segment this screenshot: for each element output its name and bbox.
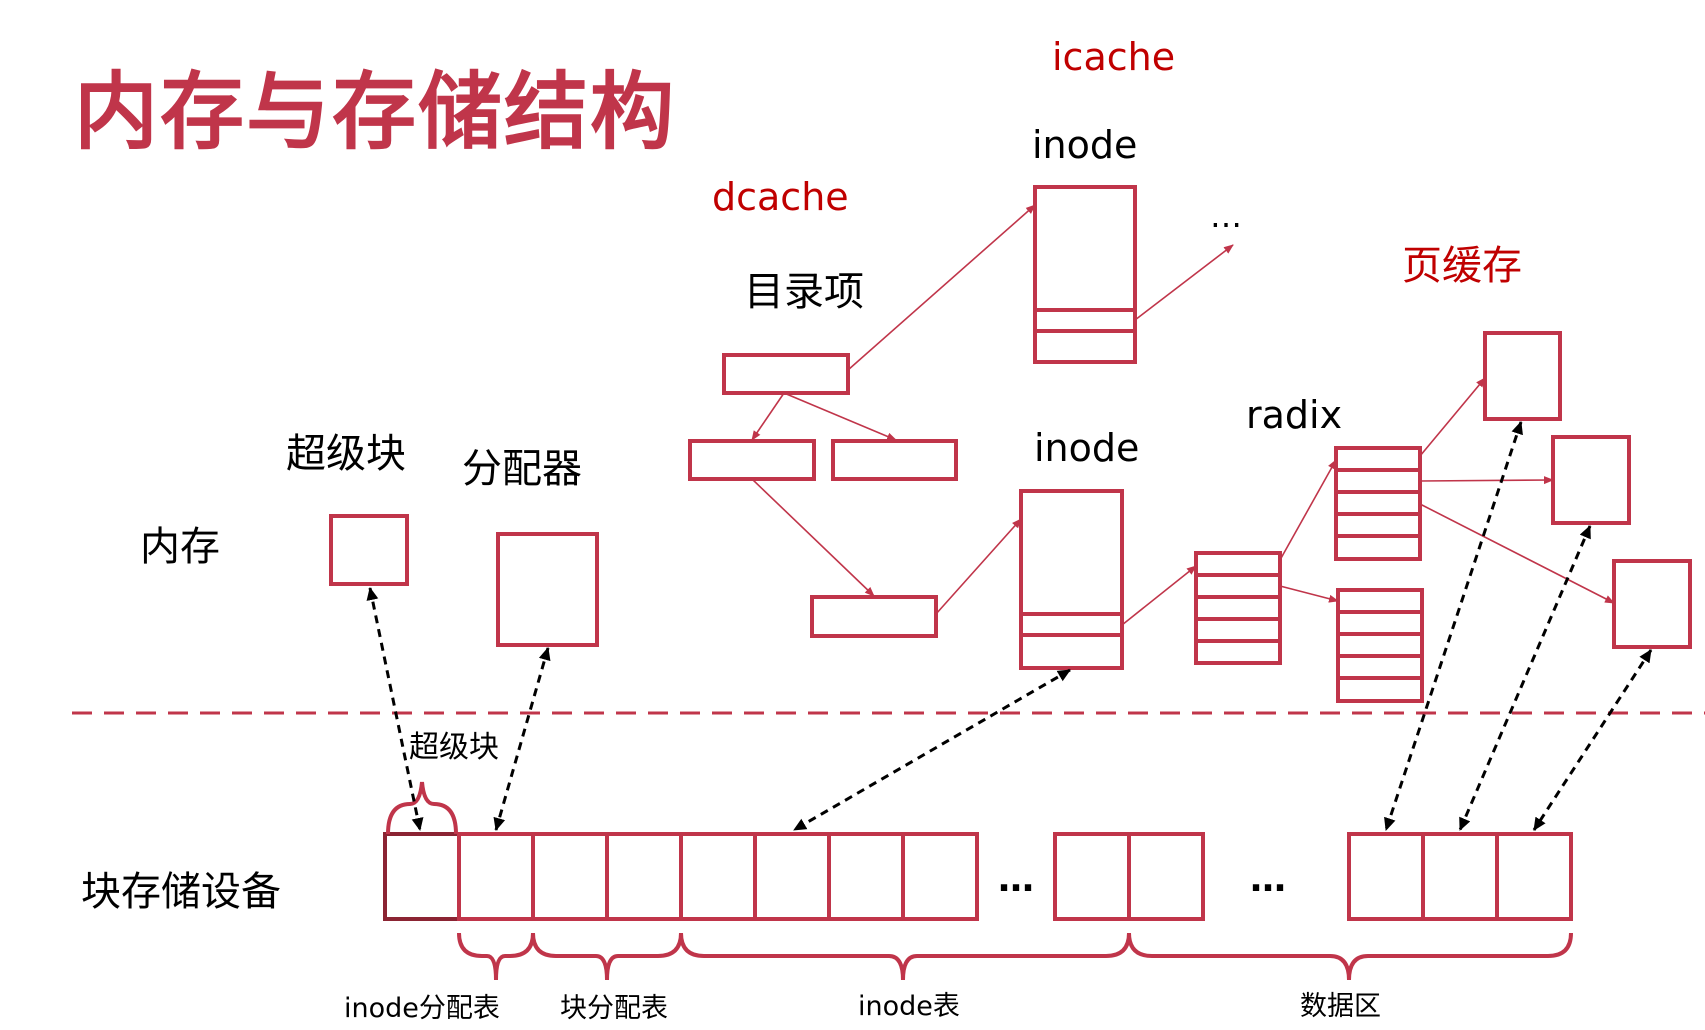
radix-node-left: [1194, 551, 1282, 665]
dentry-grandchild: [810, 595, 938, 638]
page-cache-label: 页缓存: [1402, 243, 1522, 289]
dentry-child-right: [831, 439, 958, 481]
inode-alloc-table-label: inode分配表: [344, 993, 500, 1024]
data-area-label: 数据区: [1300, 991, 1381, 1022]
radix-node-bottom: [1336, 588, 1424, 703]
superblock-memory-box: [329, 514, 409, 586]
superblock-brace: [386, 781, 458, 835]
page-cache-page-2: [1551, 435, 1631, 525]
page-cache-page-3: [1612, 559, 1692, 649]
arrow-radix-to-page-2: [1419, 476, 1554, 485]
dentry-label: 目录项: [744, 269, 864, 315]
icache-inode-label: inode: [1032, 123, 1138, 167]
brace-inode-table: [679, 932, 1131, 981]
dashed-link-allocator: [493, 647, 551, 831]
dashed-link-inode: [793, 668, 1071, 832]
radix-label: radix: [1246, 393, 1343, 437]
icache-inode-box: [1033, 185, 1137, 364]
inode-table-label: inode表: [858, 991, 960, 1022]
superblock-disk-label: 超级块: [409, 730, 499, 765]
page-title: 内存与存储结构: [74, 63, 677, 161]
dcache-label: dcache: [712, 175, 849, 219]
dentry-child-left: [688, 439, 816, 481]
icache-ellipsis: …: [1210, 197, 1242, 235]
arrow-dentry-root-to-right: [783, 392, 897, 441]
dashed-link-superblock: [366, 587, 424, 831]
arrow-dentry-left-to-grandchild: [751, 478, 875, 597]
memory-inode-box: [1019, 489, 1124, 670]
dentry-root: [722, 353, 850, 395]
radix-node-top: [1334, 446, 1422, 561]
arrow-radix-left-to-bottom: [1279, 585, 1339, 603]
allocator-box: [496, 532, 599, 647]
brace-inode-alloc-table: [457, 932, 535, 981]
brace-data-area: [1127, 932, 1573, 981]
arrow-dentry-root-to-left: [751, 392, 785, 441]
dashed-link-page-3: [1532, 649, 1653, 831]
superblock-memory-label: 超级块: [286, 431, 406, 477]
block-alloc-table-label: 块分配表: [560, 993, 668, 1024]
dashed-link-page-2: [1458, 525, 1592, 831]
block-device-label: 块存储设备: [81, 869, 281, 915]
block-device-row: [383, 832, 1573, 921]
arrow-radix-to-page-1: [1419, 377, 1486, 457]
page-cache-page-1: [1483, 331, 1562, 421]
allocator-label: 分配器: [462, 446, 582, 492]
blocks-ellipsis-2: …: [1250, 859, 1286, 900]
memory-inode-label: inode: [1034, 426, 1140, 470]
arrow-dentry-to-icache-inode: [847, 204, 1036, 371]
memory-label: 内存: [140, 524, 220, 570]
arrow-icache-inode-to-more: [1134, 244, 1234, 321]
blocks-ellipsis-1: …: [998, 859, 1034, 900]
arrow-radix-left-to-top: [1279, 459, 1337, 561]
icache-label: icache: [1052, 35, 1176, 79]
arrow-dentry-to-memory-inode: [935, 518, 1022, 615]
arrow-inode-to-radix: [1121, 565, 1197, 626]
block-superblock: [383, 832, 461, 921]
brace-block-alloc-table: [531, 932, 683, 981]
